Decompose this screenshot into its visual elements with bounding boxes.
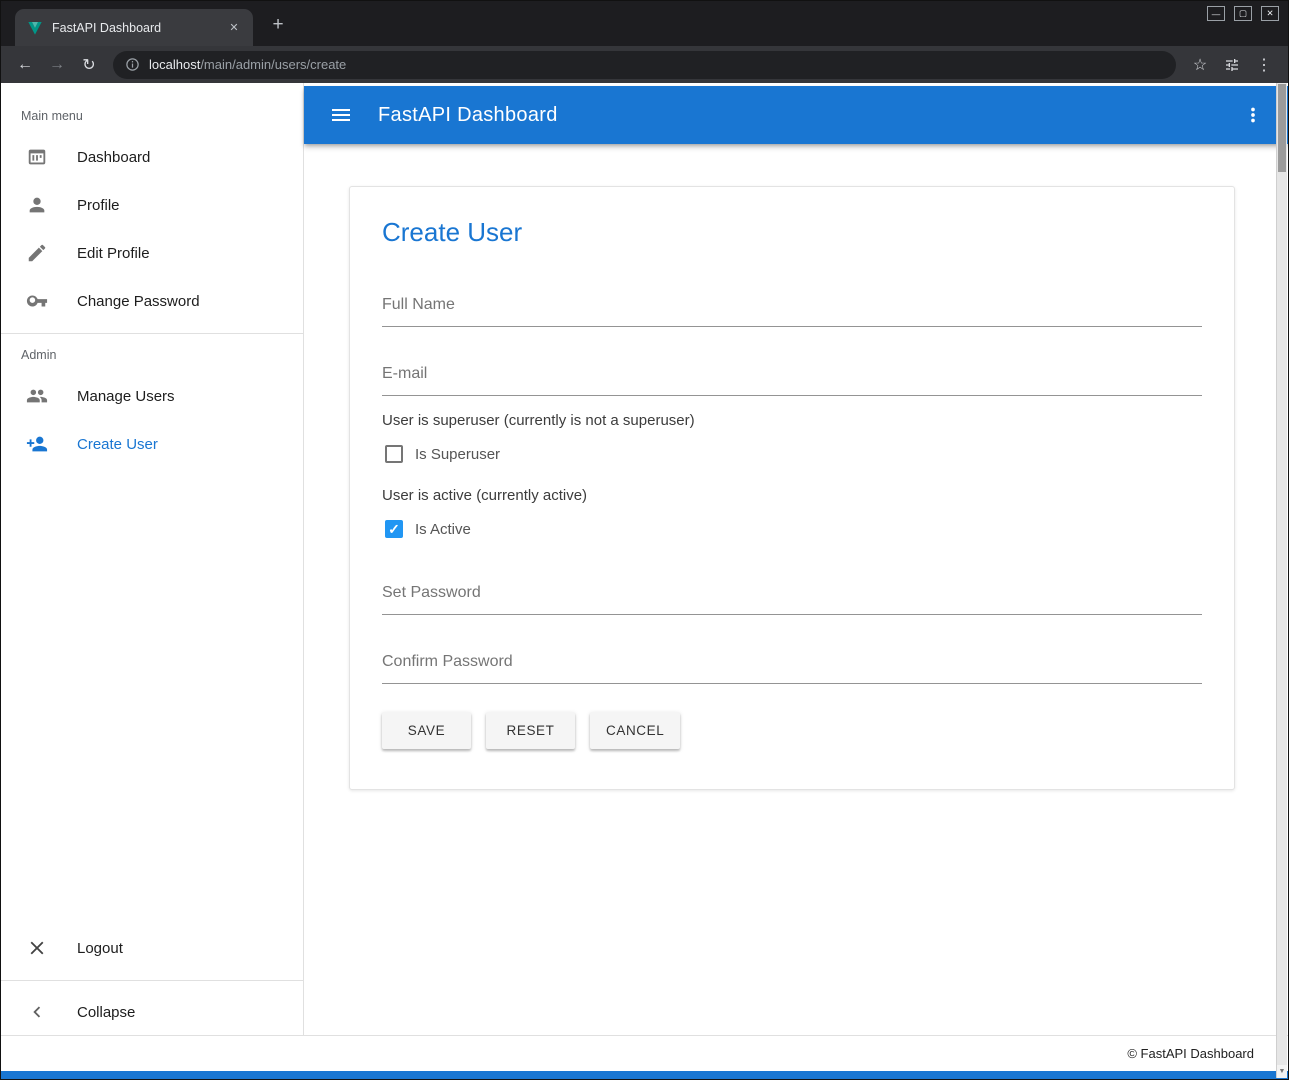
checkbox-unchecked-icon — [385, 445, 403, 463]
set-password-input[interactable] — [382, 574, 1202, 615]
footer-copyright: © FastAPI Dashboard — [1127, 1046, 1254, 1061]
window-minimize-button[interactable]: — — [1207, 6, 1225, 21]
scrollbar-down-icon[interactable]: ▼ — [1277, 1065, 1287, 1078]
footer: © FastAPI Dashboard — [1, 1035, 1288, 1071]
create-user-card: Create User User is superuser (currently… — [349, 186, 1235, 790]
page-scrollbar[interactable]: ▼ — [1276, 83, 1287, 1078]
sidebar-item-profile[interactable]: Profile — [1, 181, 303, 229]
close-icon — [25, 936, 49, 960]
sidebar-item-label: Edit Profile — [77, 245, 150, 262]
checkbox-label: Is Active — [415, 521, 471, 538]
vuetify-favicon-icon — [27, 20, 43, 36]
sidebar-item-label: Change Password — [77, 293, 200, 310]
sidebar-item-dashboard[interactable]: Dashboard — [1, 133, 303, 181]
cancel-button[interactable]: CANCEL — [590, 712, 680, 749]
tab-title: FastAPI Dashboard — [52, 21, 216, 35]
new-tab-button[interactable]: + — [265, 12, 291, 38]
sidebar-divider — [1, 980, 303, 981]
sidebar-item-label: Dashboard — [77, 149, 150, 166]
sidebar-item-label: Create User — [77, 436, 158, 453]
form-actions: SAVE RESET CANCEL — [382, 712, 1202, 749]
sidebar-item-logout[interactable]: Logout — [1, 924, 303, 972]
sidebar-section-main-menu: Main menu — [1, 87, 303, 133]
window-controls: — ▢ ✕ — [1207, 6, 1279, 21]
save-button[interactable]: SAVE — [382, 712, 471, 749]
sidebar-item-change-password[interactable]: Change Password — [1, 277, 303, 325]
forward-icon[interactable]: → — [43, 51, 71, 79]
url-path: /main/admin/users/create — [200, 57, 346, 72]
hamburger-menu-icon[interactable] — [328, 102, 354, 128]
url-host: localhost — [149, 57, 200, 72]
active-hint: User is active (currently active) — [382, 487, 1202, 504]
reset-button[interactable]: RESET — [486, 712, 575, 749]
person-add-icon — [25, 432, 49, 456]
back-icon[interactable]: ← — [11, 51, 39, 79]
sidebar-item-edit-profile[interactable]: Edit Profile — [1, 229, 303, 277]
url-text: localhost/main/admin/users/create — [149, 57, 346, 72]
content-area: Create User User is superuser (currently… — [304, 144, 1288, 1035]
browser-toolbar: ← → ↻ localhost/main/admin/users/create … — [1, 46, 1288, 83]
sidebar-section-admin: Admin — [1, 342, 303, 372]
window-maximize-button[interactable]: ▢ — [1234, 6, 1252, 21]
footer-accent-bar — [1, 1071, 1288, 1079]
pencil-icon — [25, 241, 49, 265]
page-title: Create User — [382, 217, 1202, 248]
sidebar-item-collapse[interactable]: Collapse — [1, 989, 303, 1035]
bookmark-star-icon[interactable]: ☆ — [1186, 51, 1214, 79]
browser-tab[interactable]: FastAPI Dashboard ✕ — [15, 9, 253, 46]
site-info-icon[interactable] — [125, 57, 140, 72]
tab-close-icon[interactable]: ✕ — [225, 19, 243, 37]
appbar: FastAPI Dashboard — [304, 86, 1288, 144]
sidebar-item-label: Logout — [77, 940, 123, 957]
sidebar-item-label: Collapse — [77, 1004, 135, 1021]
scrollbar-thumb[interactable] — [1278, 84, 1286, 172]
full-name-input[interactable] — [382, 286, 1202, 327]
sidebar: Main menu Dashboard Profile Edit Profile — [1, 83, 304, 1035]
main-area: FastAPI Dashboard Create User User is su… — [304, 83, 1288, 1035]
browser-window: FastAPI Dashboard ✕ + — ▢ ✕ ← → ↻ localh… — [0, 0, 1289, 1080]
is-superuser-checkbox[interactable]: Is Superuser — [385, 445, 500, 463]
reload-icon[interactable]: ↻ — [75, 51, 103, 79]
checkbox-label: Is Superuser — [415, 446, 500, 463]
email-input[interactable] — [382, 355, 1202, 396]
chevron-left-icon — [25, 1000, 49, 1024]
superuser-hint: User is superuser (currently is not a su… — [382, 412, 1202, 429]
appbar-title: FastAPI Dashboard — [378, 104, 1216, 127]
tune-icon[interactable] — [1218, 51, 1246, 79]
sidebar-item-create-user[interactable]: Create User — [1, 420, 303, 468]
sidebar-item-manage-users[interactable]: Manage Users — [1, 372, 303, 420]
browser-menu-icon[interactable]: ⋮ — [1250, 51, 1278, 79]
key-icon — [25, 289, 49, 313]
person-icon — [25, 193, 49, 217]
browser-titlebar: FastAPI Dashboard ✕ + — ▢ ✕ — [1, 1, 1288, 46]
sidebar-item-label: Manage Users — [77, 388, 175, 405]
url-bar[interactable]: localhost/main/admin/users/create — [113, 51, 1176, 79]
confirm-password-input[interactable] — [382, 643, 1202, 684]
sidebar-divider — [1, 333, 303, 334]
checkbox-checked-icon: ✓ — [385, 520, 403, 538]
window-close-button[interactable]: ✕ — [1261, 6, 1279, 21]
dashboard-icon — [25, 145, 49, 169]
page-body: Main menu Dashboard Profile Edit Profile — [1, 83, 1288, 1035]
people-icon — [25, 384, 49, 408]
appbar-kebab-icon[interactable] — [1240, 102, 1266, 128]
sidebar-item-label: Profile — [77, 197, 120, 214]
is-active-checkbox[interactable]: ✓ Is Active — [385, 520, 471, 538]
